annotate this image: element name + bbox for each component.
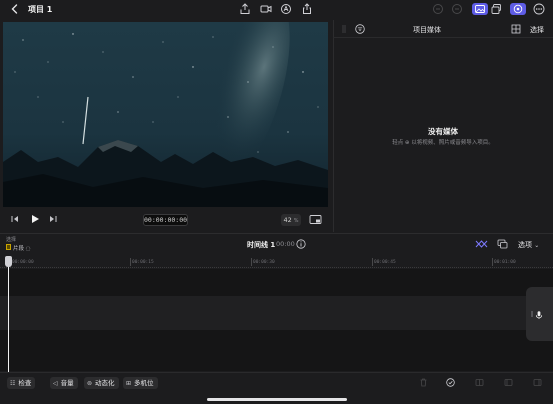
detach-audio-icon[interactable] <box>504 378 513 387</box>
inspect-label: 检查 <box>18 379 32 387</box>
empty-media-hint: 轻点 ⊕ 以将视频、照片或音频导入项目。 <box>392 140 494 146</box>
timeline-ruler[interactable] <box>0 256 553 268</box>
drag-handle-icon[interactable] <box>341 24 347 34</box>
grid-view-icon[interactable] <box>511 24 521 34</box>
ruler-tick: 00:00:30 <box>253 260 275 265</box>
media-panel-title: 项目媒体 <box>413 26 441 34</box>
undo-icon[interactable] <box>432 3 444 15</box>
info-icon[interactable] <box>296 239 306 249</box>
ruler-tick-mark <box>251 258 252 266</box>
clip-label[interactable]: 片段 ◌ <box>13 244 31 252</box>
zoom-level[interactable]: 42 % <box>281 214 301 226</box>
timeline-name[interactable]: 时间线 1 <box>247 240 275 250</box>
multicam-button[interactable]: ⊞ 多机位 <box>123 377 158 389</box>
top-bar <box>0 0 553 19</box>
ruler-tick: 00:00:45 <box>374 260 396 265</box>
inspect-icon: ☷ <box>10 380 16 387</box>
aspect-ratio-icon[interactable] <box>309 214 322 225</box>
animate-button[interactable]: ⊚ 动态化 <box>84 377 119 389</box>
timeline-duration: 00:00 <box>276 240 295 248</box>
animate-label: 动态化 <box>95 379 115 387</box>
chevron-down-icon: ⌄ <box>534 242 540 249</box>
skip-forward-icon[interactable] <box>48 214 58 224</box>
clip-icon <box>6 244 11 250</box>
video-viewer[interactable] <box>3 22 328 207</box>
selection-label: 选择 <box>6 237 17 243</box>
playhead-handle[interactable] <box>5 256 12 267</box>
redo-icon[interactable] <box>451 3 463 15</box>
options-label: 选项 <box>518 241 532 249</box>
replace-clip-icon[interactable] <box>533 378 542 387</box>
animate-icon: ⊚ <box>87 380 93 387</box>
skip-back-icon[interactable] <box>10 214 20 224</box>
inspect-button[interactable]: ☷ 检查 <box>7 377 36 389</box>
play-icon[interactable] <box>29 213 41 225</box>
home-indicator[interactable] <box>207 398 347 401</box>
options-dropdown[interactable]: 选项 ⌄ <box>518 240 539 250</box>
link-clips-icon[interactable] <box>475 239 488 249</box>
ruler-tick: 00:01:00 <box>494 260 516 265</box>
ruler-tick: 00:00:00 <box>12 260 34 265</box>
more-icon[interactable] <box>533 3 545 15</box>
volume-label: 音量 <box>60 379 74 387</box>
back-chevron-icon[interactable] <box>9 3 21 15</box>
filter-icon[interactable] <box>355 24 365 34</box>
overlay-icon[interactable] <box>497 239 508 249</box>
empty-media-title: 没有媒体 <box>428 127 458 136</box>
photo-icon <box>475 5 485 13</box>
ruler-tick-mark <box>130 258 131 266</box>
volume-button[interactable]: ◁ 音量 <box>50 377 78 389</box>
checkmark-circle-icon[interactable] <box>446 378 455 387</box>
timecode-display: 00:00:00:00 <box>143 214 188 226</box>
share-icon[interactable] <box>301 3 313 15</box>
speaker-icon: ◁ <box>53 380 58 387</box>
info-circle-icon <box>513 4 523 14</box>
zoom-value: 42 <box>283 216 292 224</box>
voiceover-icon[interactable] <box>280 3 292 15</box>
trash-icon[interactable] <box>419 378 428 387</box>
ruler-tick-mark <box>372 258 373 266</box>
multicam-icon: ⊞ <box>126 380 132 387</box>
zoom-unit: % <box>293 218 299 224</box>
split-clip-icon[interactable] <box>475 378 484 387</box>
ruler-tick-mark <box>492 258 493 266</box>
ruler-tick: 00:00:15 <box>132 260 154 265</box>
select-button[interactable]: 选择 <box>530 25 544 35</box>
project-title[interactable]: 项目 1 <box>28 4 52 15</box>
export-icon[interactable] <box>239 3 251 15</box>
multicam-label: 多机位 <box>134 379 154 387</box>
playhead[interactable] <box>8 256 9 372</box>
browser-icon[interactable] <box>491 3 503 15</box>
microphone-icon <box>535 311 543 319</box>
camera-icon[interactable] <box>260 3 272 15</box>
level-indicator-icon <box>531 311 533 317</box>
viewer-preview-image <box>3 22 328 207</box>
primary-storyline-track[interactable] <box>0 296 553 330</box>
